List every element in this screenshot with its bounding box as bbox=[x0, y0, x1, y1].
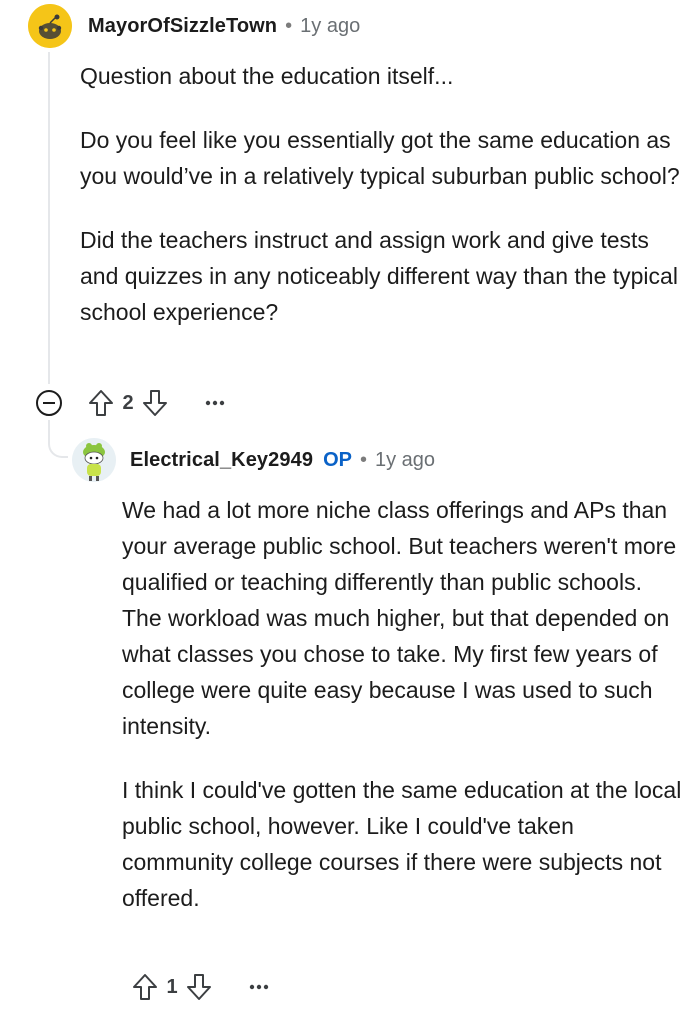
upvote-button[interactable] bbox=[130, 972, 160, 1002]
more-options-button[interactable] bbox=[200, 388, 230, 418]
downvote-button[interactable] bbox=[140, 388, 170, 418]
comment-body: Question about the education itself... D… bbox=[80, 58, 680, 358]
comment-header: MayorOfSizzleTown • 1y ago bbox=[28, 4, 360, 48]
comment-paragraph: Question about the education itself... bbox=[80, 63, 454, 89]
comment-username[interactable]: MayorOfSizzleTown bbox=[88, 15, 277, 38]
user-avatar[interactable] bbox=[72, 438, 116, 482]
downvote-button[interactable] bbox=[184, 972, 214, 1002]
upvote-button[interactable] bbox=[86, 388, 116, 418]
meta-separator: • bbox=[359, 448, 367, 471]
comment-paragraph: Do you feel like you essentially got the… bbox=[80, 127, 680, 189]
vote-count: 1 bbox=[166, 975, 178, 998]
ellipsis-icon bbox=[249, 984, 269, 990]
ellipsis-icon bbox=[205, 400, 225, 406]
downvote-arrow-icon bbox=[143, 390, 167, 416]
reply-action-bar: 1 bbox=[130, 972, 274, 1002]
reply-header: Electrical_Key2949 OP • 1y ago bbox=[72, 438, 435, 482]
meta-separator: • bbox=[285, 14, 293, 37]
comment-action-bar: 2 bbox=[36, 388, 230, 418]
user-avatar[interactable] bbox=[28, 4, 72, 48]
downvote-arrow-icon bbox=[187, 974, 211, 1000]
vote-count: 2 bbox=[122, 391, 134, 414]
more-options-button[interactable] bbox=[244, 972, 274, 1002]
snoo-avatar-icon bbox=[72, 438, 116, 482]
collapse-thread-button[interactable] bbox=[36, 390, 62, 416]
minus-icon bbox=[43, 402, 55, 404]
thread-line bbox=[48, 52, 50, 384]
upvote-arrow-icon bbox=[89, 390, 113, 416]
comment-paragraph: Did the teachers instruct and assign wor… bbox=[80, 227, 678, 325]
reply-timestamp: 1y ago bbox=[374, 448, 436, 471]
reply-paragraph: I think I could've gotten the same educa… bbox=[122, 777, 682, 911]
snoo-avatar-icon bbox=[28, 4, 72, 48]
comment-timestamp: 1y ago bbox=[300, 14, 361, 37]
upvote-arrow-icon bbox=[133, 974, 157, 1000]
reply-body: We had a lot more niche class offerings … bbox=[122, 492, 682, 944]
reply-thread-connector bbox=[48, 420, 68, 458]
reply-username[interactable]: Electrical_Key2949 bbox=[130, 449, 313, 472]
op-badge: OP bbox=[323, 448, 352, 471]
reply-paragraph: We had a lot more niche class offerings … bbox=[122, 497, 677, 739]
